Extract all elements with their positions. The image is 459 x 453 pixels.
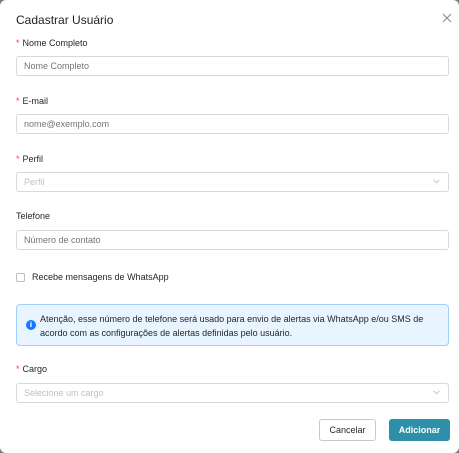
chevron-down-icon (433, 179, 440, 184)
modal-title: Cadastrar Usuário (16, 13, 114, 27)
info-icon: i (26, 320, 36, 330)
perfil-label: * Perfil (16, 154, 44, 164)
chevron-down-icon (433, 390, 440, 395)
alert-text: Atenção, esse número de telefone será us… (40, 314, 424, 338)
nome-completo-input[interactable] (16, 56, 449, 76)
cargo-label: * Cargo (16, 364, 48, 374)
cargo-placeholder: Selecione um cargo (24, 388, 104, 398)
cargo-select[interactable]: Selecione um cargo (16, 383, 449, 403)
telefone-label: Telefone (16, 211, 51, 221)
perfil-placeholder: Perfil (24, 177, 45, 187)
required-mark: * (16, 96, 20, 106)
whatsapp-checkbox[interactable] (16, 272, 25, 282)
add-button[interactable]: Adicionar (389, 419, 450, 441)
required-mark: * (16, 154, 20, 164)
required-mark: * (16, 38, 20, 48)
telefone-input[interactable] (16, 230, 449, 250)
perfil-select[interactable]: Perfil (16, 172, 449, 192)
nome-label: * Nome Completo (16, 38, 88, 48)
whatsapp-checkbox-row[interactable]: Recebe mensagens de WhatsApp (16, 272, 169, 282)
email-label: * E-mail (16, 96, 49, 106)
info-alert: i Atenção, esse número de telefone será … (16, 304, 449, 346)
required-mark: * (16, 364, 20, 374)
register-user-modal: Cadastrar Usuário *Nome Completo *E-mail… (0, 0, 459, 453)
email-input[interactable] (16, 114, 449, 134)
cancel-button[interactable]: Cancelar (319, 419, 376, 441)
close-icon[interactable] (440, 11, 454, 25)
whatsapp-checkbox-label[interactable]: Recebe mensagens de WhatsApp (32, 272, 169, 282)
